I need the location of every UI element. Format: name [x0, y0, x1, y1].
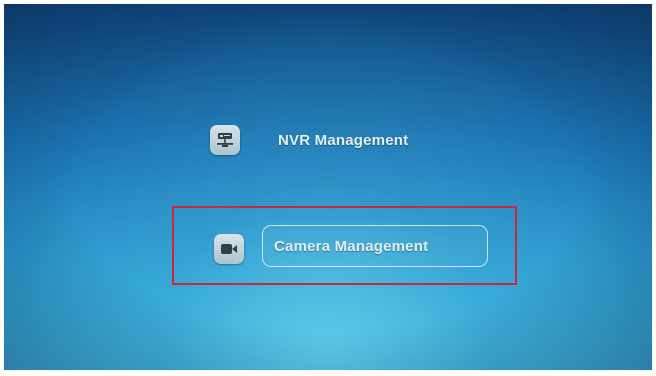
main-menu-screen: NVR Management Camera Management [4, 4, 652, 370]
network-device-icon [210, 125, 240, 155]
nvr-management-label: NVR Management [278, 131, 409, 149]
nvr-management-menu-item[interactable]: NVR Management [210, 125, 408, 155]
camera-management-label: Camera Management [274, 237, 429, 255]
photo-frame: NVR Management Camera Management [0, 0, 656, 376]
camera-management-icon-wrapper[interactable] [214, 234, 244, 264]
camera-management-menu-item[interactable]: Camera Management [262, 225, 488, 267]
video-camera-icon [214, 234, 244, 264]
